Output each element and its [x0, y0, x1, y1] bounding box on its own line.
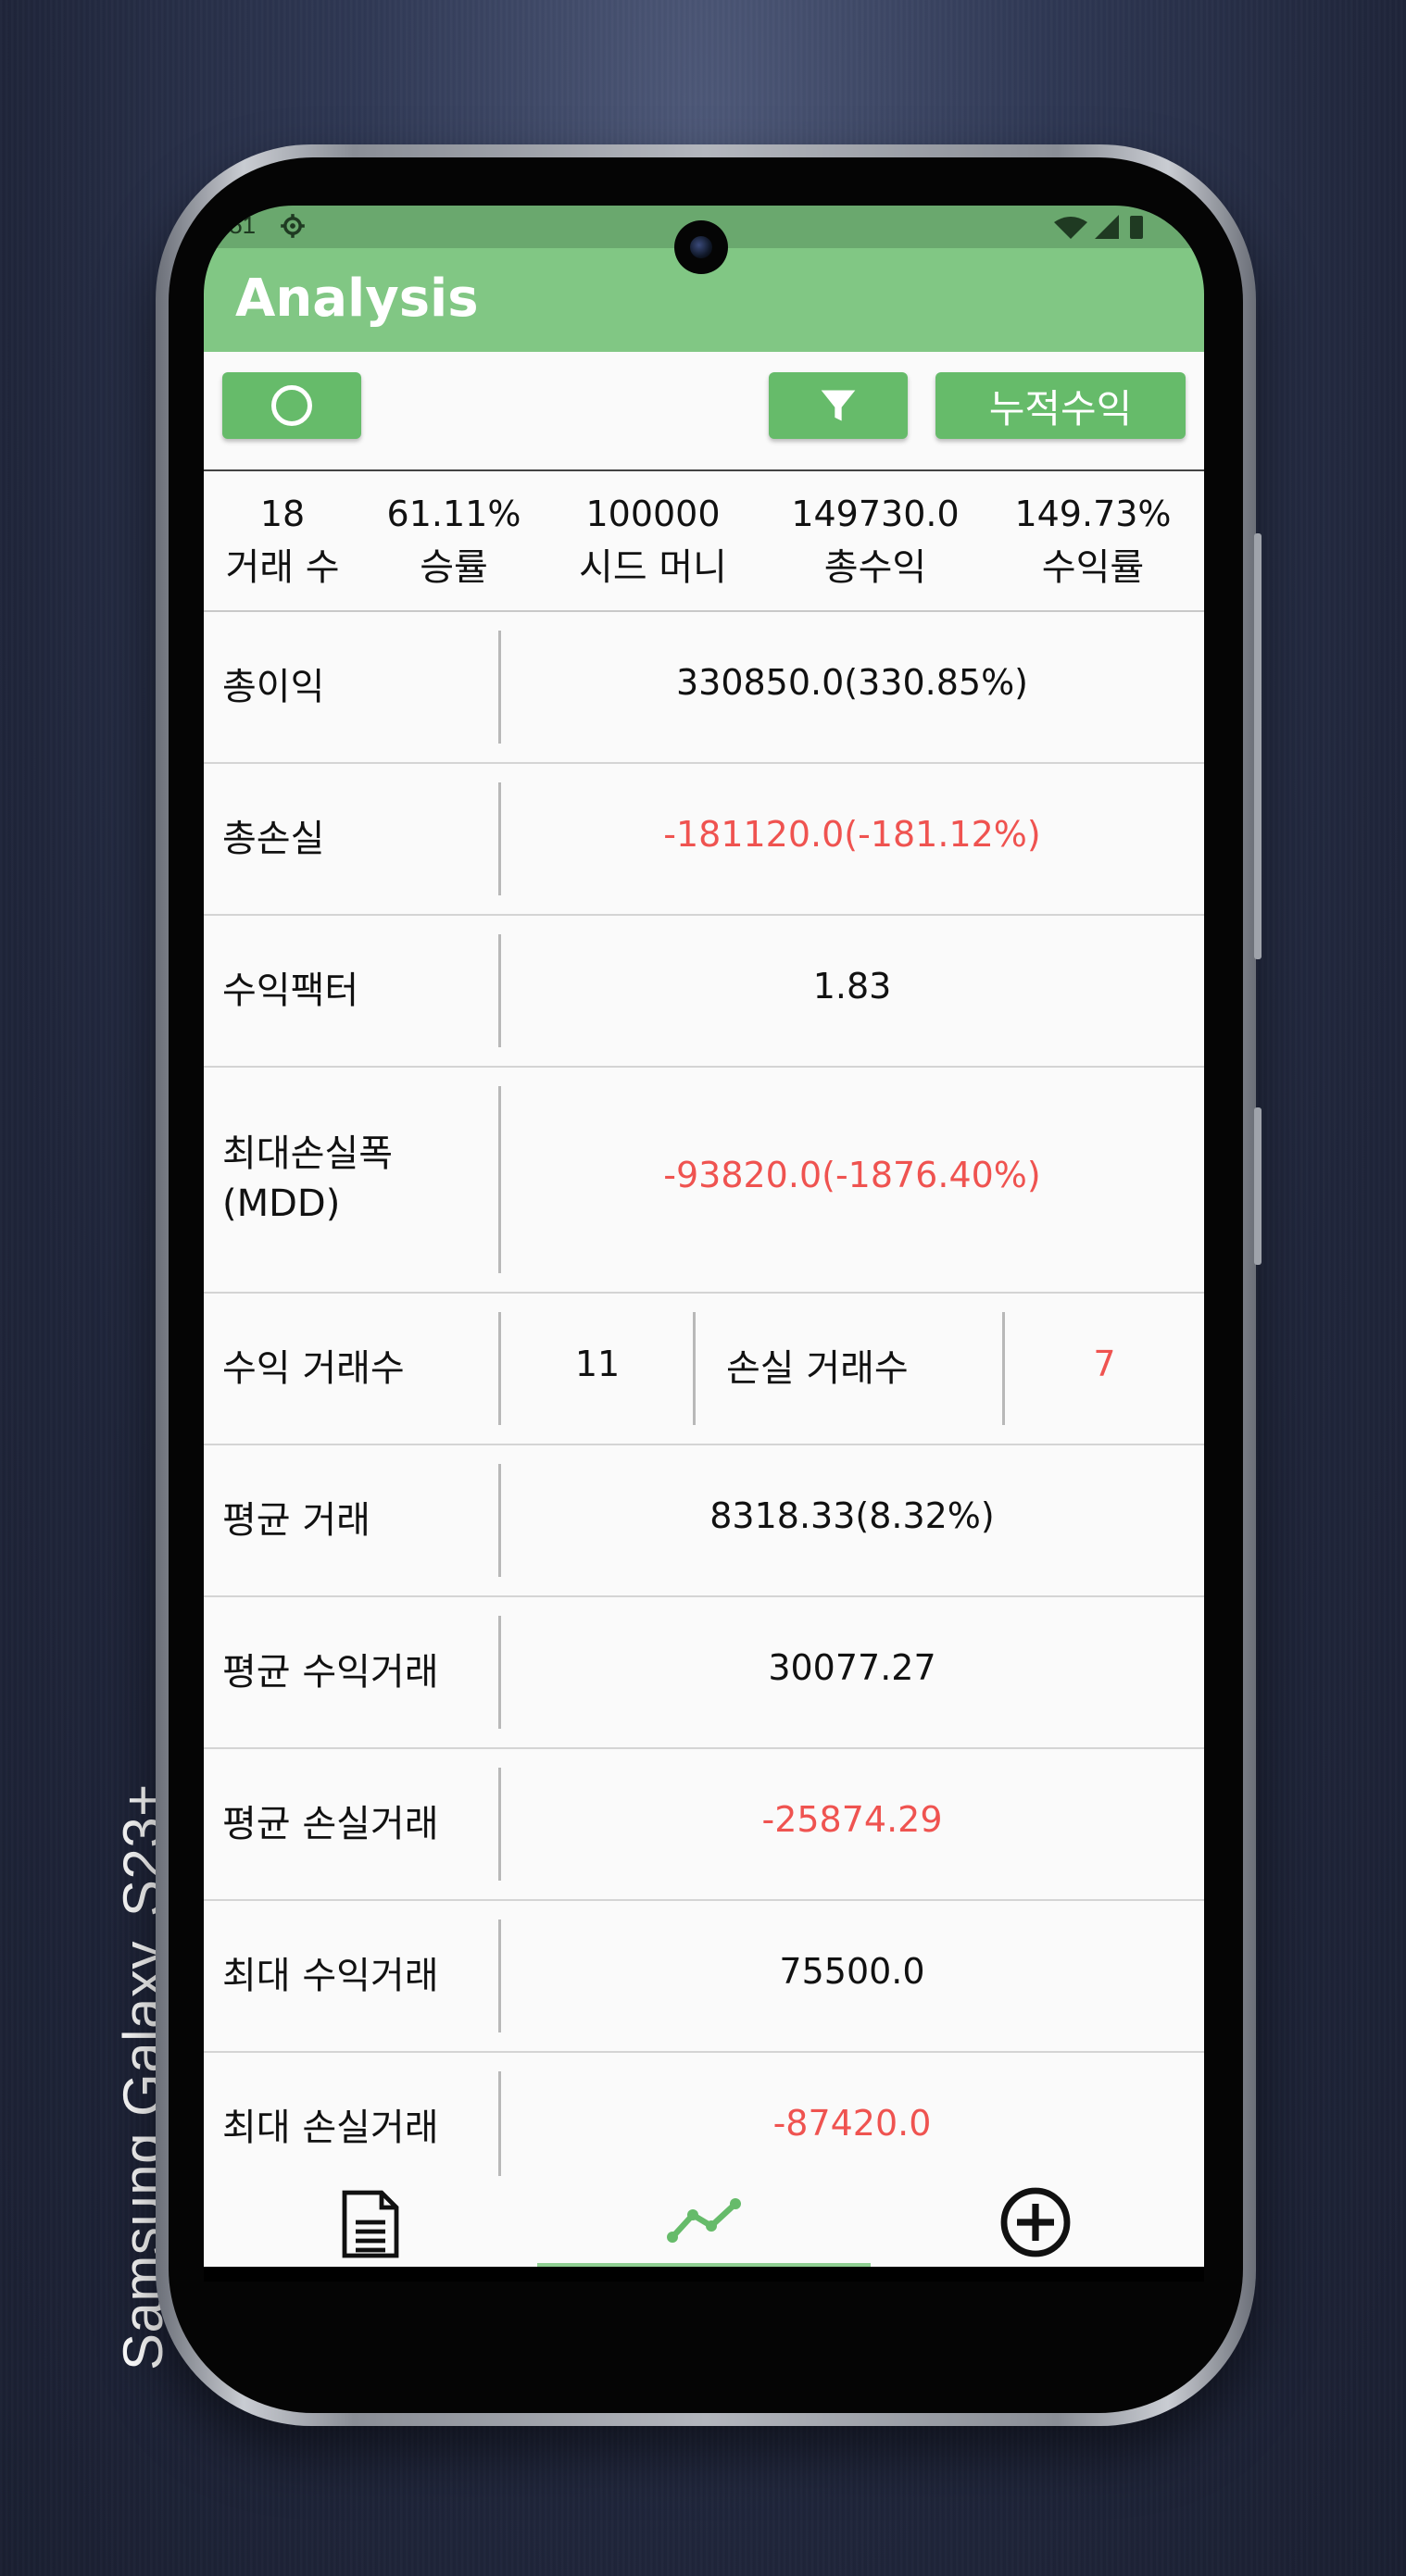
loss-count-label: 손실 거래수	[726, 1347, 909, 1390]
summary-value: 149730.0	[791, 494, 960, 534]
front-camera	[674, 220, 728, 274]
column-divider	[693, 1312, 696, 1425]
cumulative-profit-button[interactable]: 누적수익	[935, 372, 1186, 439]
filter-icon	[821, 390, 856, 421]
page-title: Analysis	[235, 269, 479, 329]
summary-seed-money: 100000 시드 머니	[546, 488, 759, 595]
summary-label: 승률	[420, 546, 488, 589]
power-button	[1254, 1107, 1262, 1265]
summary-label: 시드 머니	[579, 546, 727, 589]
loss-count-value: 7	[1093, 1344, 1116, 1384]
summary-return-rate: 149.73% 수익률	[1000, 488, 1186, 595]
stat-value: -25874.29	[761, 1799, 943, 1840]
bottom-navigation	[204, 2176, 1204, 2267]
wifi-icon	[1054, 217, 1087, 239]
stat-value: -181120.0(-181.12%)	[663, 814, 1041, 855]
summary-label: 총수익	[823, 546, 927, 589]
stat-row-total-profit: 총이익 330850.0(330.85%)	[204, 612, 1204, 764]
stat-row-avg-loss: 평균 손실거래 -25874.29	[204, 1749, 1204, 1901]
stat-row-avg-trade: 평균 거래 8318.33(8.32%)	[204, 1445, 1204, 1597]
summary-win-rate: 61.11% 승률	[366, 488, 542, 595]
stat-label: 평균 손실거래	[222, 1803, 439, 1845]
win-count-label: 수익 거래수	[222, 1347, 405, 1390]
status-icons	[1054, 215, 1143, 239]
stat-value: 330850.0(330.85%)	[675, 662, 1029, 703]
analysis-content[interactable]: 누적수익 18 거래 수 61.11% 승률 100000 시드 머니 1497…	[204, 352, 1204, 2205]
stat-label-line: (MDD)	[222, 1182, 341, 1225]
stat-value: 8318.33(8.32%)	[709, 1495, 995, 1536]
nav-item-analysis[interactable]	[537, 2176, 871, 2267]
stat-label: 최대 손실거래	[222, 2107, 439, 2149]
stat-label: 최대손실폭 (MDD)	[222, 1129, 393, 1229]
nav-item-add[interactable]	[871, 2176, 1204, 2267]
chart-line-icon	[667, 2198, 741, 2243]
status-time: :51	[222, 211, 257, 239]
summary-bar: 18 거래 수 61.11% 승률 100000 시드 머니 149730.0 …	[204, 471, 1204, 612]
summary-trade-count: 18 거래 수	[204, 488, 361, 595]
summary-value: 149.73%	[1014, 494, 1172, 534]
summary-label: 수익률	[1041, 546, 1145, 589]
system-navigation-bar	[204, 2267, 1204, 2282]
filter-button[interactable]	[769, 372, 908, 439]
summary-value: 18	[259, 494, 306, 534]
gear-icon	[281, 214, 305, 238]
summary-value: 100000	[585, 494, 721, 534]
circle-icon	[271, 385, 312, 426]
stat-label: 총손실	[222, 818, 325, 860]
stat-row-trade-counts: 수익 거래수 11 손실 거래수 7	[204, 1294, 1204, 1445]
document-icon	[342, 2190, 399, 2258]
stat-label: 수익팩터	[222, 969, 359, 1012]
stat-label-line: 최대손실폭	[222, 1132, 393, 1175]
battery-icon	[1130, 216, 1143, 239]
stat-value: 1.83	[812, 966, 892, 1007]
add-circle-icon	[1000, 2187, 1071, 2257]
win-count-value: 11	[574, 1344, 621, 1384]
summary-value: 61.11%	[386, 494, 521, 534]
volume-button	[1254, 533, 1262, 959]
stat-label: 총이익	[222, 666, 325, 708]
stat-label: 최대 수익거래	[222, 1955, 439, 1997]
signal-icon	[1095, 215, 1119, 239]
stat-row-avg-win: 평균 수익거래 30077.27	[204, 1597, 1204, 1749]
toolbar: 누적수익	[204, 352, 1204, 471]
background: Samsung GalaxyS23+ :51 Analysis 누적수익 18 …	[0, 0, 1406, 2576]
stat-value: -87420.0	[772, 2103, 932, 2144]
stat-value: 75500.0	[779, 1951, 925, 1992]
stat-row-profit-factor: 수익팩터 1.83	[204, 916, 1204, 1068]
nav-item-records[interactable]	[204, 2176, 537, 2267]
stat-label: 평균 거래	[222, 1499, 370, 1542]
stat-row-mdd: 최대손실폭 (MDD) -93820.0(-1876.40%)	[204, 1068, 1204, 1294]
stat-value: -93820.0(-1876.40%)	[663, 1155, 1041, 1195]
stat-label: 평균 수익거래	[222, 1651, 439, 1694]
circle-toggle-button[interactable]	[222, 372, 361, 439]
summary-label: 거래 수	[225, 546, 340, 589]
phone-screen: :51 Analysis 누적수익 18 거래 수 61.11% 승률 1000…	[204, 206, 1204, 2282]
summary-total-return: 149730.0 총수익	[769, 488, 982, 595]
stat-value: 30077.27	[768, 1647, 936, 1688]
stat-row-max-win: 최대 수익거래 75500.0	[204, 1901, 1204, 2053]
stat-row-total-loss: 총손실 -181120.0(-181.12%)	[204, 764, 1204, 916]
